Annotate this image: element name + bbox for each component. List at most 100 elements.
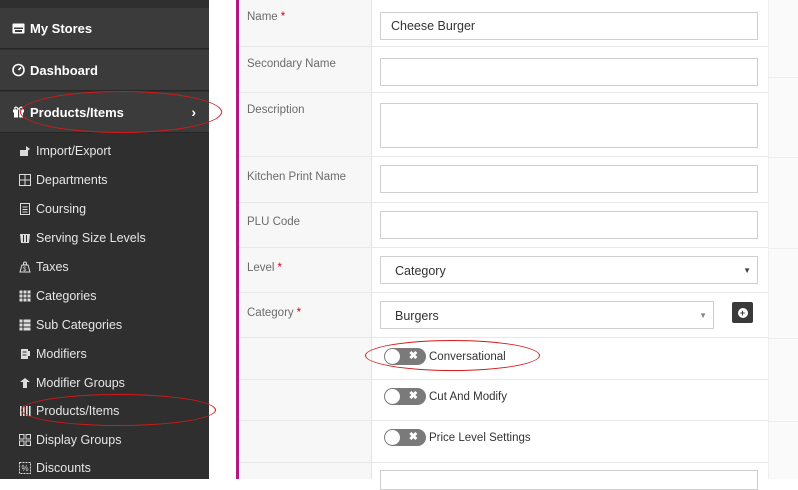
category-label: Category * xyxy=(239,293,372,337)
store-icon xyxy=(12,22,25,35)
plu-code-input[interactable] xyxy=(380,211,758,239)
cut-and-modify-toggle-group: ✖ Cut And Modify xyxy=(384,388,507,405)
sidebar-item-my-stores[interactable]: My Stores xyxy=(0,8,209,49)
sub-categories-icon xyxy=(19,319,31,331)
toggle-knob xyxy=(385,389,400,404)
cut-and-modify-label: Cut And Modify xyxy=(429,390,507,403)
sidebar-item-products-items[interactable]: Products/Items xyxy=(0,396,209,425)
divider xyxy=(769,157,798,158)
empty-label xyxy=(239,421,372,462)
required-marker: * xyxy=(296,307,302,319)
description-textarea[interactable] xyxy=(380,103,758,148)
name-label: Name * xyxy=(239,0,372,46)
serving-size-icon xyxy=(19,232,31,244)
sidebar-item-label: Categories xyxy=(36,288,97,303)
kitchen-print-name-input[interactable] xyxy=(380,165,758,193)
close-icon: ✖ xyxy=(408,350,418,362)
price-level-settings-toggle-group: ✖ Price Level Settings xyxy=(384,429,531,446)
add-category-button[interactable]: + xyxy=(732,302,753,323)
toggle-knob xyxy=(385,430,400,445)
sidebar-item-label: Import/Export xyxy=(36,143,112,158)
sidebar-item-label: Coursing xyxy=(36,201,87,216)
sidebar-item-label: Modifiers xyxy=(36,346,87,361)
divider xyxy=(769,248,798,249)
next-input[interactable] xyxy=(380,470,758,490)
sidebar-item-discounts[interactable]: % Discounts xyxy=(0,453,209,479)
sidebar-item-serving-size-levels[interactable]: Serving Size Levels xyxy=(0,223,209,252)
empty-label xyxy=(239,380,372,420)
import-export-icon xyxy=(19,145,31,157)
divider xyxy=(769,77,798,78)
sidebar-item-modifiers[interactable]: Modifiers xyxy=(0,339,209,368)
form-row-conversational: ✖ Conversational xyxy=(239,338,768,380)
required-marker: * xyxy=(277,262,282,274)
secondary-name-input[interactable] xyxy=(380,58,758,86)
product-form: Name * Cheese Burger Secondary Name Descr… xyxy=(239,0,768,490)
plus-icon: + xyxy=(737,307,748,318)
discounts-icon: % xyxy=(19,461,31,474)
cut-and-modify-toggle[interactable]: ✖ xyxy=(384,388,426,405)
sidebar-item-products-items-main[interactable]: Products/Items › xyxy=(0,92,209,133)
price-level-settings-label: Price Level Settings xyxy=(429,431,531,444)
category-select[interactable]: Burgers ▼ xyxy=(380,301,714,329)
right-scroll-area xyxy=(768,0,798,479)
svg-text:%: % xyxy=(22,464,29,473)
taxes-icon: $ xyxy=(19,261,31,273)
divider xyxy=(769,338,798,339)
price-level-settings-toggle[interactable]: ✖ xyxy=(384,429,426,446)
form-row-next xyxy=(239,463,768,490)
sidebar-item-label: Taxes xyxy=(36,259,69,274)
modifier-groups-icon xyxy=(19,377,31,389)
chevron-right-icon: › xyxy=(191,104,196,120)
empty-label xyxy=(239,463,372,479)
sidebar-item-label: Products/Items xyxy=(30,104,124,120)
sidebar-item-categories[interactable]: Categories xyxy=(0,281,209,310)
plu-code-label: PLU Code xyxy=(239,203,372,247)
form-row-kitchen-print-name: Kitchen Print Name xyxy=(239,157,768,203)
conversational-toggle[interactable]: ✖ xyxy=(384,348,426,365)
dashboard-icon xyxy=(12,63,25,77)
sidebar: My Stores Dashboard Products/Items › Imp… xyxy=(0,0,209,479)
conversational-toggle-group: ✖ Conversational xyxy=(384,348,506,365)
content-gutter xyxy=(209,0,236,479)
form-row-category: Category * Burgers ▼ + xyxy=(239,293,768,338)
required-marker: * xyxy=(280,11,286,23)
level-select[interactable]: Category ▼ xyxy=(380,256,758,284)
sidebar-item-label: Modifier Groups xyxy=(36,375,125,390)
category-select-value: Burgers xyxy=(395,309,439,323)
secondary-name-label: Secondary Name xyxy=(239,47,372,92)
sidebar-item-label: Sub Categories xyxy=(36,317,123,332)
level-label: Level * xyxy=(239,248,372,292)
coursing-icon xyxy=(19,202,31,215)
sidebar-item-display-groups[interactable]: Display Groups xyxy=(0,425,209,454)
caret-down-icon: ▼ xyxy=(743,266,751,275)
toggle-knob xyxy=(385,349,400,364)
form-row-description: Description xyxy=(239,93,768,157)
form-row-level: Level * Category ▼ xyxy=(239,248,768,293)
sidebar-item-modifier-groups[interactable]: Modifier Groups xyxy=(0,368,209,397)
empty-label xyxy=(239,338,372,379)
products-items-icon xyxy=(19,405,31,417)
description-label: Description xyxy=(239,93,372,156)
sidebar-item-label: Dashboard xyxy=(30,62,98,78)
form-row-price-level-settings: ✖ Price Level Settings xyxy=(239,421,768,463)
close-icon: ✖ xyxy=(408,390,418,402)
form-row-name: Name * Cheese Burger xyxy=(239,0,768,47)
modifiers-icon xyxy=(19,348,31,360)
gift-icon xyxy=(12,106,25,119)
form-row-cut-and-modify: ✖ Cut And Modify xyxy=(239,380,768,421)
sidebar-item-import-export[interactable]: Import/Export xyxy=(0,136,209,165)
sidebar-item-sub-categories[interactable]: Sub Categories xyxy=(0,310,209,339)
divider xyxy=(769,421,798,422)
departments-icon xyxy=(19,173,31,186)
level-select-value: Category xyxy=(395,264,446,278)
sidebar-item-label: Display Groups xyxy=(36,432,122,447)
sidebar-item-label: Discounts xyxy=(36,460,91,475)
caret-down-icon: ▼ xyxy=(699,311,707,320)
sidebar-item-taxes[interactable]: $ Taxes xyxy=(0,252,209,281)
sidebar-item-coursing[interactable]: Coursing xyxy=(0,194,209,223)
sidebar-item-dashboard[interactable]: Dashboard xyxy=(0,50,209,91)
sidebar-item-label: My Stores xyxy=(30,20,93,36)
name-input[interactable]: Cheese Burger xyxy=(380,12,758,40)
sidebar-item-departments[interactable]: Departments xyxy=(0,165,209,194)
